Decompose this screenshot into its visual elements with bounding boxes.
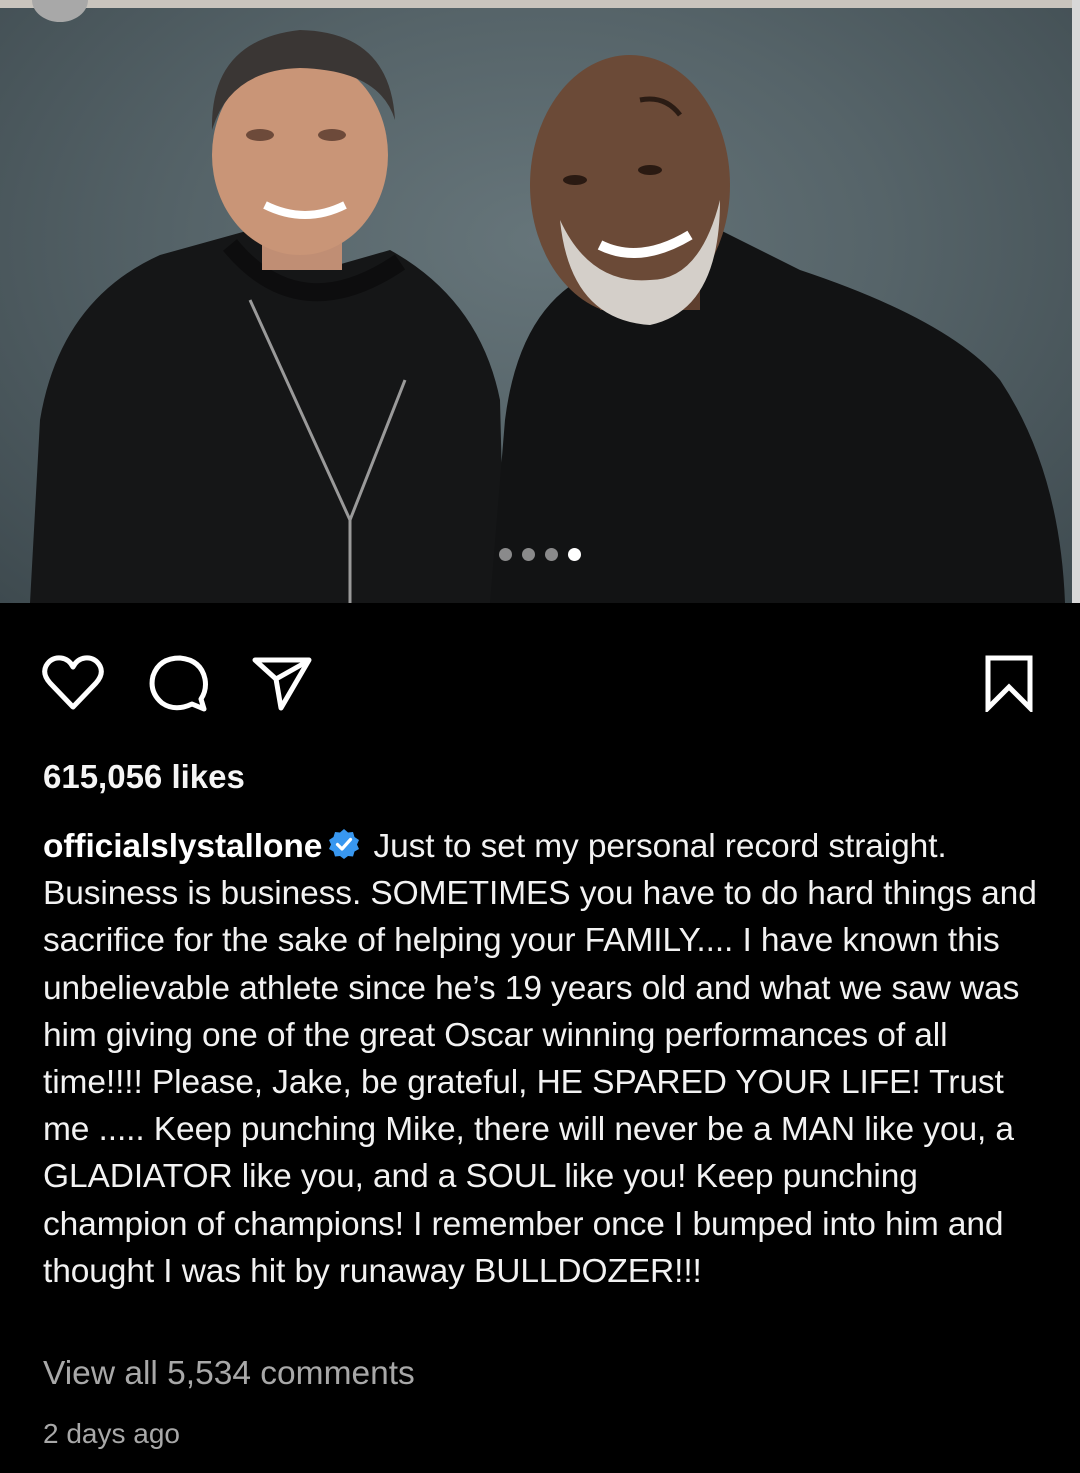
photo-people-illustration xyxy=(30,30,1065,603)
author-username[interactable]: officialslystallone xyxy=(43,828,322,865)
post-timestamp: 2 days ago xyxy=(43,1418,180,1449)
share-button[interactable] xyxy=(247,648,317,718)
heart-outline-icon xyxy=(42,655,104,710)
carousel-dot-active xyxy=(568,548,581,561)
bookmark-outline-icon xyxy=(985,655,1033,712)
post-photo[interactable] xyxy=(0,0,1080,603)
like-button[interactable] xyxy=(38,648,108,718)
carousel-dot xyxy=(499,548,512,561)
comment-button[interactable] xyxy=(143,648,213,718)
verified-badge-icon xyxy=(329,829,360,859)
carousel-indicator xyxy=(0,548,1080,564)
caption-text: Just to set my personal record straight.… xyxy=(43,828,1037,1290)
comment-bubble-icon xyxy=(149,655,208,712)
likes-count[interactable]: 615,056 likes xyxy=(43,758,245,796)
post-caption: officialslystallone Just to set my perso… xyxy=(43,823,1048,1295)
carousel-dot xyxy=(545,548,558,561)
paper-plane-icon xyxy=(252,657,312,711)
save-button[interactable] xyxy=(974,648,1044,718)
post-action-bar xyxy=(0,648,1080,718)
carousel-dot xyxy=(522,548,535,561)
view-all-comments-link[interactable]: View all 5,534 comments xyxy=(43,1355,415,1393)
